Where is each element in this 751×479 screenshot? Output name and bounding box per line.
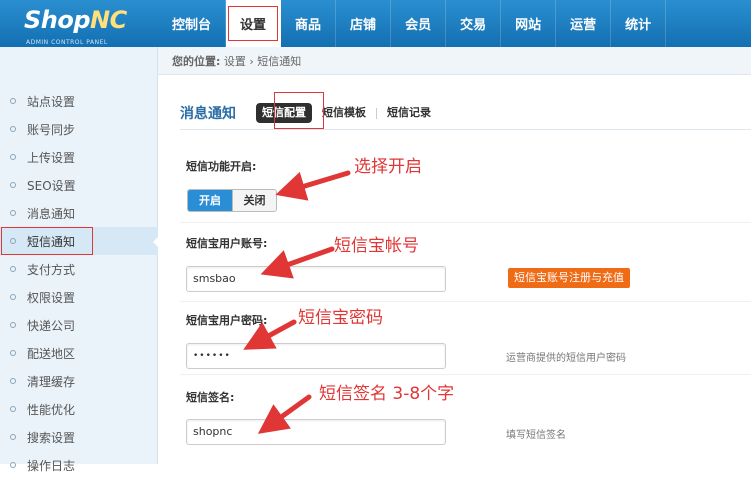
sidebar-item-permission[interactable]: 权限设置: [0, 283, 158, 311]
sidebar-item-label: 快递公司: [27, 318, 76, 333]
sidebar-item-log[interactable]: 操作日志: [0, 451, 158, 479]
register-button[interactable]: 短信宝账号注册与充值: [508, 268, 630, 288]
breadcrumb: 您的位置: 设置 › 短信通知: [158, 47, 751, 75]
toggle-off-button[interactable]: 关闭: [232, 190, 276, 211]
page-title: 消息通知: [180, 106, 236, 122]
sidebar: 站点设置 账号同步 上传设置 SEO设置 消息通知 短信通知 支付方式 权限设置…: [0, 47, 159, 473]
sidebar-item-label: 配送地区: [27, 346, 76, 361]
nav-item-member[interactable]: 会员: [391, 0, 447, 47]
bullet-icon: [10, 322, 16, 328]
sidebar-item-account-sync[interactable]: 账号同步: [0, 115, 158, 143]
main-nav: 控制台 设置 商品 店铺 会员 交易 网站 运营 统计: [158, 0, 667, 47]
toggle-on-button[interactable]: 开启: [188, 190, 232, 211]
logo-text: ShopNC: [24, 6, 127, 34]
bullet-icon: [10, 266, 16, 272]
divider: [180, 301, 751, 302]
annotation-sign-suffix: 3-8个字: [392, 384, 455, 404]
sidebar-item-clear-cache[interactable]: 清理缓存: [0, 367, 158, 395]
password-label: 短信宝用户密码:: [186, 314, 268, 327]
annotation-sign-prefix: 短信签名: [319, 384, 387, 404]
nav-item-dashboard[interactable]: 控制台: [158, 0, 227, 47]
sign-hint: 填写短信签名: [506, 430, 566, 441]
tab-divider: [376, 107, 377, 119]
annotation-password: 短信宝密码: [298, 308, 383, 328]
bullet-icon: [10, 406, 16, 412]
divider: [180, 374, 751, 375]
bullet-icon: [10, 350, 16, 356]
sidebar-item-label: 上传设置: [27, 150, 76, 165]
annotation-sign: 短信签名 3-8个字: [319, 379, 454, 404]
sidebar-item-label: SEO设置: [27, 178, 76, 193]
breadcrumb-path: 设置 › 短信通知: [223, 54, 302, 68]
sidebar-item-label: 搜索设置: [27, 430, 76, 445]
sign-input[interactable]: shopnc: [186, 419, 446, 445]
sign-label: 短信签名:: [186, 391, 235, 404]
sidebar-item-label: 性能优化: [27, 402, 76, 417]
nav-item-settings[interactable]: 设置: [226, 0, 282, 47]
logo: ShopNC ADMIN CONTROL PANEL: [0, 0, 160, 47]
tab-sms-template[interactable]: 短信模板: [318, 103, 370, 123]
sidebar-item-upload[interactable]: 上传设置: [0, 143, 158, 171]
tab-sms-records[interactable]: 短信记录: [383, 103, 435, 123]
highlight-box: [228, 6, 279, 41]
nav-item-trade[interactable]: 交易: [446, 0, 502, 47]
annotation-account: 短信宝帐号: [334, 236, 419, 256]
password-hint: 运营商提供的短信用户密码: [506, 353, 626, 364]
main-content: 消息通知 短信配置 短信模板 短信记录 短信功能开启: 开启 关闭 短信宝用户账…: [158, 75, 751, 464]
divider: [180, 222, 751, 223]
bullet-icon: [10, 434, 16, 440]
sidebar-list: 站点设置 账号同步 上传设置 SEO设置 消息通知 短信通知 支付方式 权限设置…: [0, 87, 159, 479]
logo-subtitle: ADMIN CONTROL PANEL: [26, 39, 108, 46]
sidebar-item-sms[interactable]: 短信通知: [0, 227, 159, 255]
enable-label: 短信功能开启:: [186, 160, 257, 173]
annotation-enable: 选择开启: [354, 157, 422, 177]
sidebar-item-delivery-area[interactable]: 配送地区: [0, 339, 158, 367]
bullet-icon: [10, 154, 16, 160]
sidebar-item-label: 站点设置: [27, 94, 76, 109]
breadcrumb-prefix: 您的位置:: [172, 54, 221, 68]
nav-item-store[interactable]: 店铺: [336, 0, 392, 47]
sidebar-item-message[interactable]: 消息通知: [0, 199, 158, 227]
bullet-icon: [10, 182, 16, 188]
sidebar-item-payment[interactable]: 支付方式: [0, 255, 158, 283]
nav-item-goods[interactable]: 商品: [281, 0, 337, 47]
password-input[interactable]: ••••••: [186, 343, 446, 369]
sidebar-item-seo[interactable]: SEO设置: [0, 171, 158, 199]
sidebar-item-site[interactable]: 站点设置: [0, 87, 158, 115]
nav-item-operation[interactable]: 运营: [556, 0, 612, 47]
account-label: 短信宝用户账号:: [186, 237, 268, 250]
sidebar-item-search[interactable]: 搜索设置: [0, 423, 158, 451]
bullet-icon: [10, 98, 16, 104]
bullet-icon: [10, 126, 16, 132]
divider: [180, 129, 751, 130]
nav-item-stats[interactable]: 统计: [611, 0, 667, 47]
bullet-icon: [10, 462, 16, 468]
highlight-box: [274, 92, 324, 129]
bullet-icon: [10, 378, 16, 384]
bullet-icon: [10, 294, 16, 300]
account-input[interactable]: smsbao: [186, 266, 446, 292]
sidebar-item-performance[interactable]: 性能优化: [0, 395, 158, 423]
nav-item-website[interactable]: 网站: [501, 0, 557, 47]
sidebar-item-label: 清理缓存: [27, 374, 76, 389]
sidebar-item-label: 账号同步: [27, 122, 76, 137]
sidebar-item-label: 支付方式: [27, 262, 76, 277]
enable-toggle: 开启 关闭: [187, 189, 277, 212]
sidebar-item-label: 操作日志: [27, 458, 76, 473]
sidebar-item-label: 消息通知: [27, 206, 76, 221]
top-bar: ShopNC ADMIN CONTROL PANEL 控制台 设置 商品 店铺 …: [0, 0, 751, 47]
sidebar-item-label: 权限设置: [27, 290, 76, 305]
bullet-icon: [10, 210, 16, 216]
sidebar-item-express[interactable]: 快递公司: [0, 311, 158, 339]
highlight-box: [1, 227, 93, 255]
